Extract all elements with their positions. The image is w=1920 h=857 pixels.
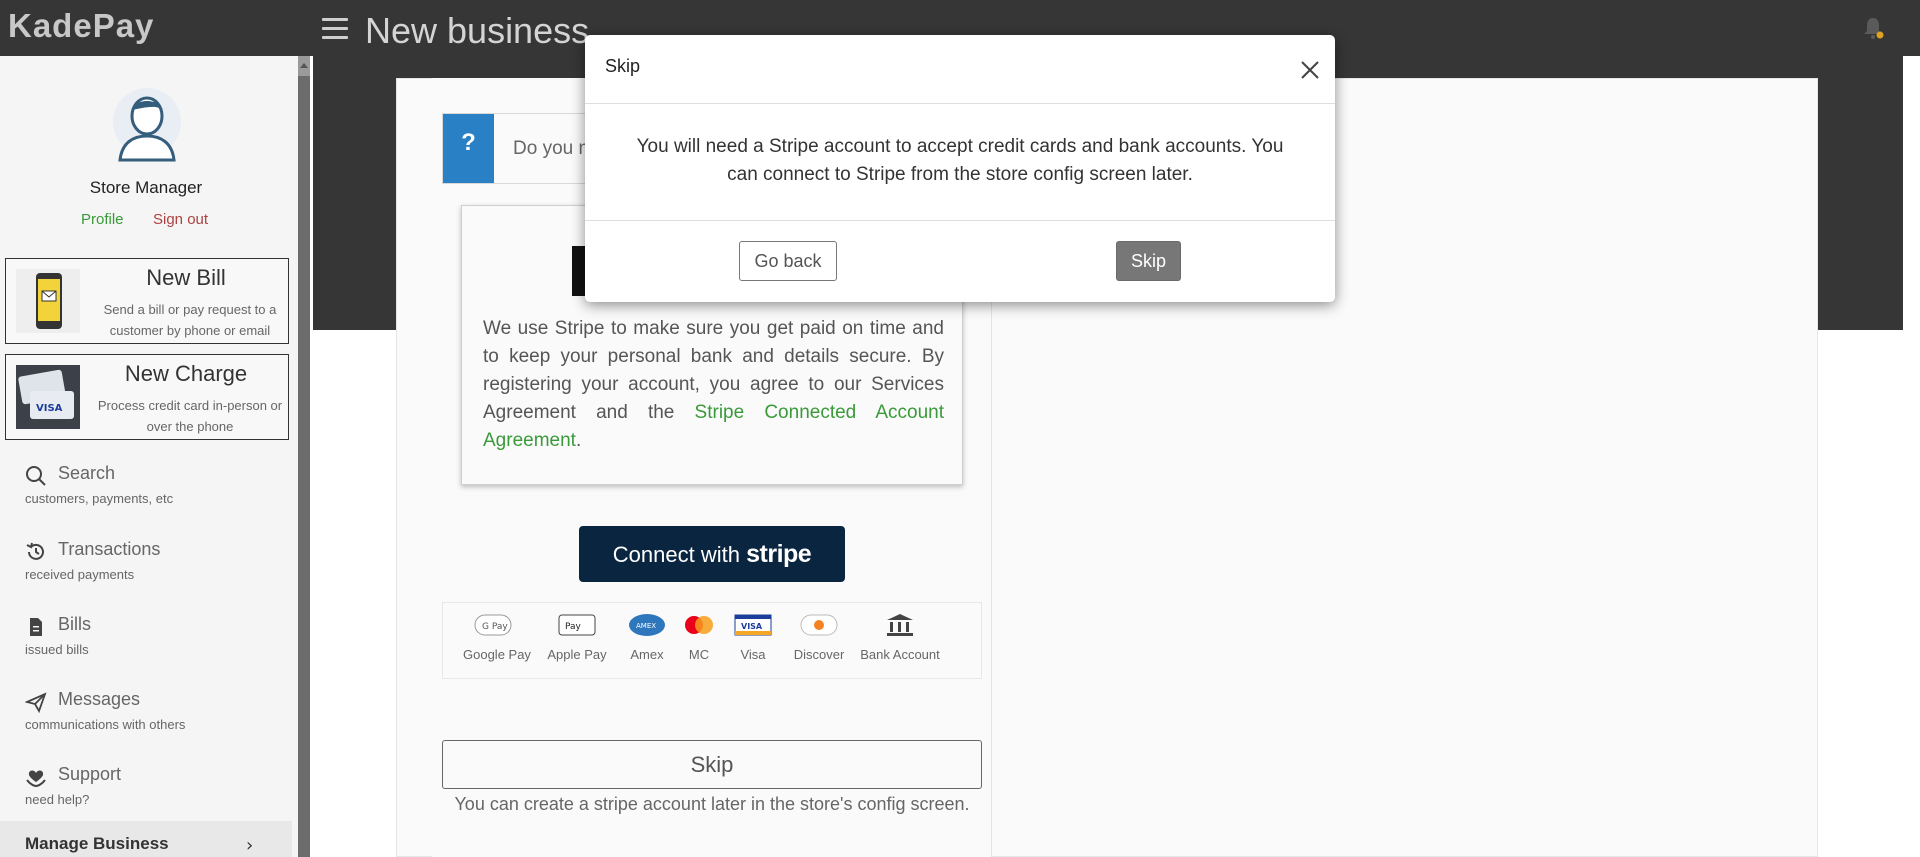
sidebar-scrollbar-thumb[interactable]	[298, 76, 310, 857]
document-icon	[30, 618, 42, 636]
sidebar-item-support[interactable]: Support need help?	[0, 758, 292, 820]
page-title: New business	[365, 10, 590, 51]
svg-text:AMEX: AMEX	[636, 622, 656, 630]
skip-note: You can create a stripe account later in…	[454, 794, 970, 814]
sidebar-item-sub: communications with others	[25, 717, 186, 732]
sidebar-item-label: Search	[58, 463, 116, 483]
payment-method-amex: AMEX Amex	[625, 613, 669, 662]
sidebar-item-sub: customers, payments, etc	[25, 491, 174, 506]
new-charge-desc: Process credit card in-person or over th…	[97, 398, 283, 434]
sidebar-item-sub: need help?	[25, 792, 90, 807]
paper-plane-icon	[25, 692, 47, 713]
manage-business-item[interactable]: Manage Business ›	[0, 821, 292, 857]
payment-method-discover: Discover	[789, 613, 849, 662]
payment-method-mc: MC	[677, 613, 721, 662]
stripe-info-text: We use Stripe to make sure you get paid …	[483, 318, 945, 451]
new-bill-desc: Send a bill or pay request to a customer…	[103, 302, 277, 338]
svg-text:VISA: VISA	[36, 403, 63, 414]
svg-text:VISA: VISA	[741, 622, 763, 631]
close-icon[interactable]	[1292, 52, 1328, 88]
new-bill-title: New Bill	[146, 265, 226, 290]
svg-text:Pay: Pay	[565, 622, 582, 632]
app-logo[interactable]: KadePay	[8, 7, 154, 45]
modal-message: You will need a Stripe account to accept…	[636, 136, 1284, 185]
question-mark-icon: ?	[443, 114, 494, 183]
modal-header: Skip	[585, 35, 1335, 104]
connect-with-stripe-button[interactable]: Connect with stripe	[579, 526, 845, 582]
skip-button[interactable]: Skip	[442, 740, 982, 789]
svg-text:G Pay: G Pay	[482, 622, 508, 632]
discover-icon	[800, 614, 838, 636]
new-charge-button[interactable]: VISA New Charge Process credit card in-p…	[5, 354, 289, 440]
sidebar-item-label: Messages	[58, 689, 141, 709]
apple-pay-icon: Pay	[558, 614, 596, 636]
sidebar-item-messages[interactable]: Messages communications with others	[0, 683, 292, 745]
modal-skip-button[interactable]: Skip	[1116, 241, 1181, 281]
profile-link[interactable]: Profile	[81, 211, 124, 228]
sign-out-link[interactable]: Sign out	[153, 211, 208, 228]
new-charge-title: New Charge	[124, 361, 248, 386]
sidebar: Store Manager Profile Sign out New Bill …	[0, 56, 300, 857]
sidebar-item-label: Transactions	[58, 539, 161, 559]
credit-cards-icon: VISA	[16, 365, 80, 429]
scroll-up-arrow-icon[interactable]	[298, 60, 310, 72]
payment-methods-row: G Pay Google Pay Pay Apple Pay AMEX Amex…	[442, 602, 982, 679]
user-avatar-icon	[113, 88, 181, 162]
bank-icon	[887, 614, 913, 636]
modal-title: Skip	[605, 56, 641, 76]
user-name: Store Manager	[89, 178, 203, 197]
history-icon	[26, 542, 44, 560]
amex-icon: AMEX	[629, 614, 665, 636]
sidebar-item-transactions[interactable]: Transactions received payments	[0, 533, 292, 595]
payment-method-visa: VISA Visa	[731, 613, 775, 662]
visa-icon: VISA	[734, 614, 772, 636]
modal-body: You will need a Stripe account to accept…	[585, 105, 1335, 221]
new-bill-button[interactable]: New Bill Send a bill or pay request to a…	[5, 258, 289, 344]
support-icon	[26, 770, 46, 788]
sidebar-item-sub: received payments	[25, 567, 135, 582]
menu-icon[interactable]	[322, 18, 348, 40]
go-back-button[interactable]: Go back	[739, 241, 837, 281]
sidebar-item-label: Bills	[58, 614, 92, 634]
question-text: Do you n	[513, 138, 590, 159]
phone-bill-icon	[16, 269, 80, 333]
notification-bell-icon[interactable]	[1862, 16, 1884, 40]
mastercard-icon	[685, 616, 713, 634]
sidebar-item-search[interactable]: Search customers, payments, etc	[0, 457, 292, 519]
payment-method-bank-account: Bank Account	[857, 613, 943, 662]
chevron-right-icon: ›	[246, 835, 254, 856]
sidebar-item-label: Support	[58, 764, 122, 784]
manage-business-label: Manage Business	[25, 834, 169, 853]
payment-method-google-pay: G Pay Google Pay	[463, 613, 531, 662]
skip-modal: Skip You will need a Stripe account to a…	[585, 35, 1335, 302]
payment-method-apple-pay: Pay Apple Pay	[547, 613, 607, 662]
google-pay-icon: G Pay	[474, 614, 512, 636]
sidebar-item-bills[interactable]: Bills issued bills	[0, 608, 292, 670]
search-icon	[26, 466, 46, 486]
sidebar-item-sub: issued bills	[25, 642, 89, 657]
